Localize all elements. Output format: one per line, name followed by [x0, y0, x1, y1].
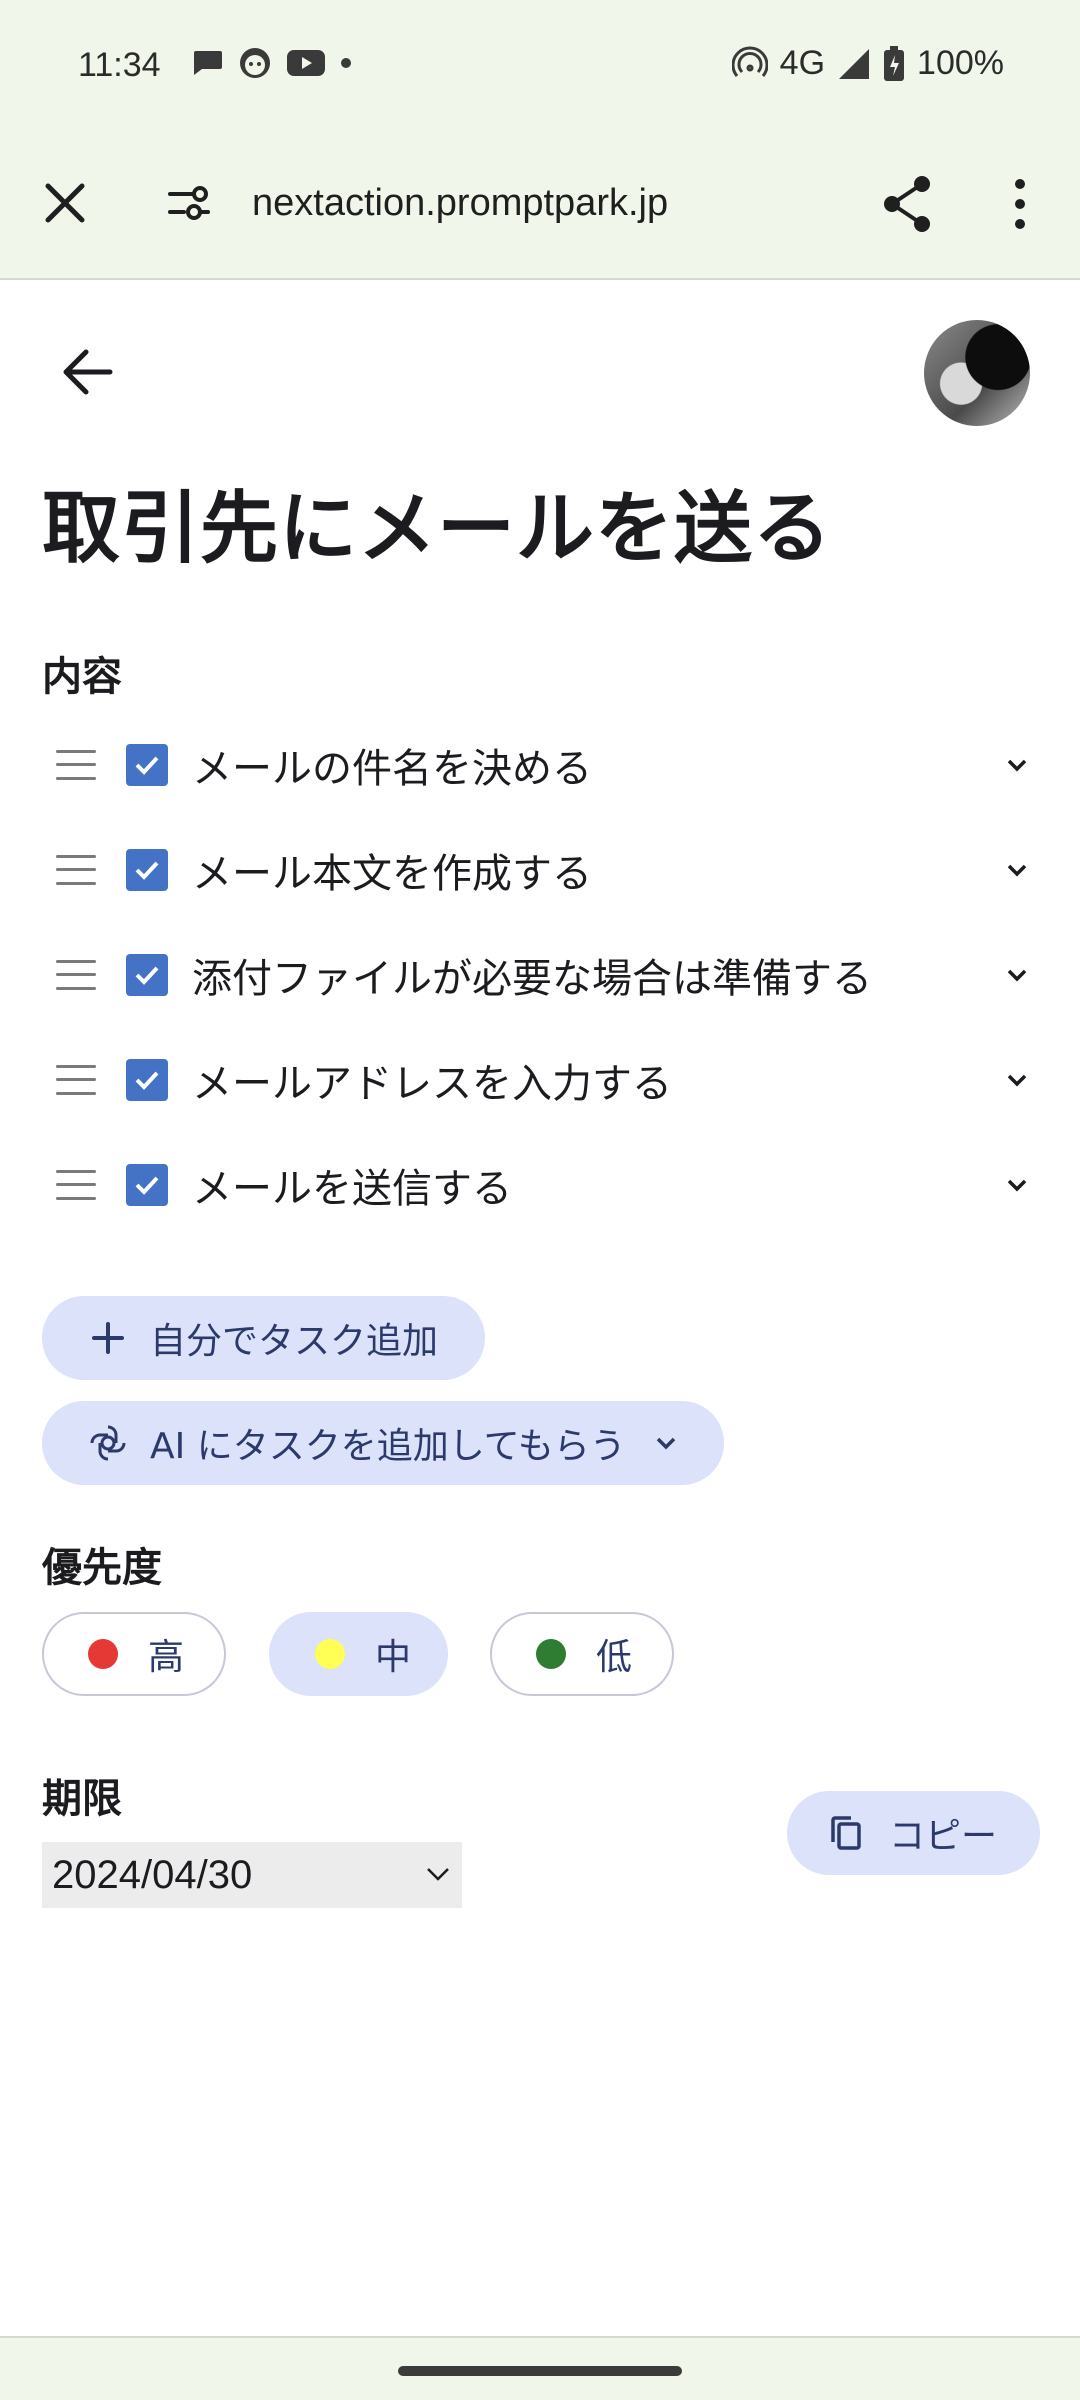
gesture-nav-bar — [0, 2336, 1080, 2400]
drag-handle-icon[interactable] — [56, 854, 96, 885]
chevron-down-icon[interactable] — [1002, 1170, 1032, 1200]
yellow-dot-icon — [315, 1639, 345, 1669]
priority-label-low: 低 — [596, 1637, 633, 1678]
task-checkbox[interactable] — [126, 953, 168, 996]
priority-label: 優先度 — [42, 1545, 162, 1591]
task-checkbox[interactable] — [126, 1163, 168, 1206]
chevron-down-icon[interactable] — [1002, 750, 1032, 780]
priority-medium-chip[interactable]: 中 — [269, 1612, 448, 1696]
priority-low-chip[interactable]: 低 — [490, 1612, 674, 1696]
chevron-down-icon — [427, 1868, 449, 1881]
task-checkbox[interactable] — [126, 743, 168, 786]
battery-level: 100% — [917, 44, 1004, 82]
list-item: メールの件名を決める — [42, 712, 1042, 817]
youtube-icon — [287, 50, 325, 76]
chat-icon — [194, 51, 222, 75]
openai-icon — [90, 1425, 126, 1461]
hotspot-icon — [731, 46, 768, 77]
battery-icon — [884, 45, 905, 81]
plus-icon — [92, 1322, 124, 1354]
deadline-select[interactable]: 2024/04/30 — [42, 1842, 462, 1908]
close-icon[interactable] — [40, 178, 90, 228]
task-label: メールの件名を決める — [192, 745, 592, 792]
add-task-button[interactable]: 自分でタスク追加 — [42, 1296, 485, 1380]
content-label: 内容 — [42, 654, 122, 700]
android-face-icon — [240, 48, 270, 78]
add-task-label: 自分でタスク追加 — [150, 1321, 439, 1362]
status-bar: 11:34 4G 100% — [0, 0, 1080, 132]
check-icon — [135, 1176, 159, 1195]
deadline-value: 2024/04/30 — [52, 1852, 253, 1897]
green-dot-icon — [536, 1639, 566, 1669]
list-item: メールアドレスを入力する — [42, 1027, 1042, 1132]
task-checkbox[interactable] — [126, 1058, 168, 1101]
chevron-down-icon[interactable] — [1002, 855, 1032, 885]
priority-label-medium: 中 — [375, 1637, 412, 1678]
network-type: 4G — [779, 44, 826, 82]
ai-add-task-label: AI にタスクを追加してもらう — [150, 1426, 626, 1467]
task-label: メールアドレスを入力する — [192, 1060, 672, 1107]
list-item: メールを送信する — [42, 1132, 1042, 1237]
copy-label: コピー — [889, 1816, 998, 1857]
dot-icon — [341, 58, 351, 68]
drag-handle-icon[interactable] — [56, 1064, 96, 1095]
task-checkbox[interactable] — [126, 848, 168, 891]
browser-toolbar: nextaction.promptpark.jp — [0, 132, 1080, 280]
home-handle[interactable] — [398, 2366, 682, 2376]
list-item: メール本文を作成する — [42, 817, 1042, 922]
page-title: 取引先にメールを送る — [42, 484, 833, 574]
list-item: 添付ファイルが必要な場合は準備する — [42, 922, 1042, 1027]
status-time: 11:34 — [78, 46, 161, 84]
task-label: 添付ファイルが必要な場合は準備する — [192, 955, 872, 1002]
deadline-label: 期限 — [42, 1776, 122, 1822]
check-icon — [135, 966, 159, 985]
task-label: メール本文を作成する — [192, 850, 592, 897]
avatar[interactable] — [924, 320, 1030, 426]
priority-high-chip[interactable]: 高 — [42, 1612, 226, 1696]
check-icon — [135, 756, 159, 775]
drag-handle-icon[interactable] — [56, 959, 96, 990]
copy-button[interactable]: コピー — [787, 1791, 1040, 1875]
signal-icon — [839, 48, 870, 79]
check-icon — [135, 1071, 159, 1090]
ai-add-task-button[interactable]: AI にタスクを追加してもらう — [42, 1401, 724, 1485]
back-arrow-icon[interactable] — [56, 340, 120, 404]
share-icon[interactable] — [880, 174, 936, 234]
copy-icon — [831, 1816, 861, 1850]
red-dot-icon — [88, 1639, 118, 1669]
chevron-down-icon[interactable] — [1002, 960, 1032, 990]
notification-icons — [190, 46, 352, 80]
site-settings-icon[interactable] — [166, 182, 212, 224]
drag-handle-icon[interactable] — [56, 1169, 96, 1200]
url-bar[interactable]: nextaction.promptpark.jp — [252, 182, 668, 225]
check-icon — [135, 861, 159, 880]
status-right: 4G 100% — [731, 44, 1004, 83]
more-vert-icon[interactable] — [1004, 174, 1036, 234]
task-list: メールの件名を決める メール本文を作成する 添付ファイルが必要な場合は準備する … — [42, 712, 1042, 1237]
priority-label-high: 高 — [148, 1637, 185, 1678]
chevron-down-icon[interactable] — [1002, 1065, 1032, 1095]
chevron-down-icon — [656, 1437, 676, 1450]
task-label: メールを送信する — [192, 1165, 512, 1212]
drag-handle-icon[interactable] — [56, 749, 96, 780]
